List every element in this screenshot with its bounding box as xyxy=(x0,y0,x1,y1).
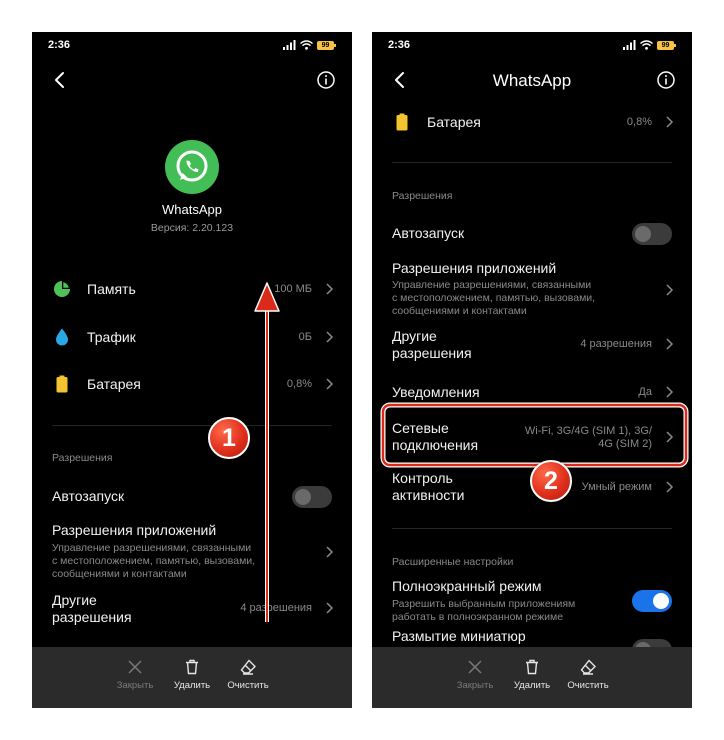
step-badge-1: 1 xyxy=(208,417,250,459)
step-badge-2: 2 xyxy=(530,460,572,502)
scroll-up-arrow-annotation xyxy=(254,282,280,622)
phone-screen-right: 2:36 99 WhatsApp Батарея 0,8% Разрешения… xyxy=(372,32,692,708)
phone-screen-left: 2:36 99 WhatsApp Версия: 2.20.123 Память… xyxy=(32,32,352,708)
highlight-frame-annotation xyxy=(380,402,689,468)
